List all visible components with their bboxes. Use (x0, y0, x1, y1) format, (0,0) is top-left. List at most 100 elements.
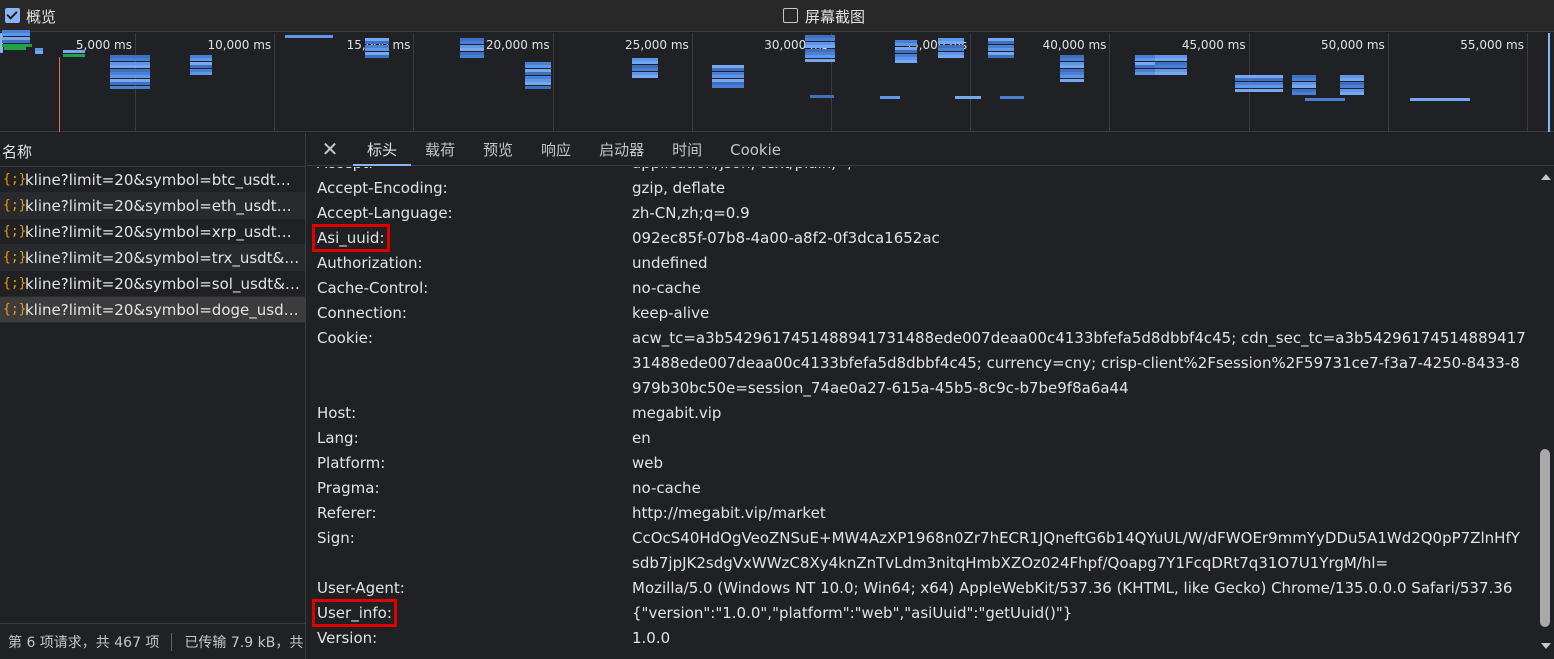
timeline-gridline (552, 33, 554, 132)
json-file-icon: {;} (3, 276, 27, 291)
header-name: Accept-Encoding: (317, 179, 448, 197)
waterfall-bar (365, 55, 389, 58)
tab-response[interactable]: 响应 (527, 133, 585, 166)
header-name: User-Agent: (317, 579, 405, 597)
timeline-tick-label: 50,000 ms (1321, 38, 1385, 52)
header-name: Pragma: (317, 479, 380, 497)
waterfall-bar (63, 50, 85, 53)
tab-headers[interactable]: 标头 (353, 133, 412, 166)
headers-scrollbar[interactable] (1537, 167, 1554, 659)
timeline-tick-label: 10,000 ms (207, 38, 272, 52)
timeline-gridline (691, 33, 693, 132)
timeline-tick-label: 5,000 ms (75, 38, 132, 52)
header-row: Asi_uuid: 092ec85f-07b8-4a00-a8f2-0f3dca1… (312, 224, 1532, 252)
header-value: CcOcS40HdOgVeoZNSuE+MW4AzXP1968n0Zr7hECR… (632, 529, 1520, 572)
header-row: Host: megabit.vip (317, 401, 1532, 426)
header-value: no-cache (632, 479, 701, 497)
overview-checkbox[interactable] (5, 8, 20, 23)
name-column-header[interactable]: 名称 (0, 133, 305, 167)
waterfall-bar (1235, 88, 1283, 92)
waterfall-bar (1155, 72, 1187, 75)
request-row[interactable]: {;} kline?limit=20&symbol=doge_usdt... (0, 297, 305, 323)
screenshot-checkbox[interactable] (783, 8, 798, 23)
waterfall-bar (285, 35, 333, 38)
timeline-gridline (1527, 33, 1528, 132)
header-row: Version: 1.0.0 (317, 626, 1532, 651)
header-name: Lang: (317, 429, 359, 447)
header-value: undefined (632, 254, 708, 272)
header-name: Connection: (317, 304, 407, 322)
request-count: 第 6 项请求，共 467 项 (8, 634, 160, 651)
waterfall-bar (35, 51, 43, 55)
waterfall-bar (805, 58, 835, 62)
waterfall-bar (880, 96, 900, 99)
request-headers-section: Accept: application/json, text/plain, */*… (307, 167, 1537, 659)
details-tabbar: ✕ 标头 载荷 预览 响应 启动器 时间 Cookie (307, 133, 1554, 166)
timeline-tick-label: 40,000 ms (1042, 38, 1107, 52)
header-row: Cache-Control: no-cache (317, 276, 1532, 301)
request-name: kline?limit=20&symbol=doge_usdt... (25, 300, 300, 319)
header-name: Accept: (317, 167, 373, 172)
close-icon[interactable]: ✕ (307, 137, 353, 161)
waterfall-bar (1135, 72, 1157, 75)
waterfall-bar (895, 60, 917, 64)
header-row: Cookie: acw_tc=a3b5429617451488941731488e… (317, 326, 1532, 401)
header-row: User-Agent: Mozilla/5.0 (Windows NT 10.0;… (317, 576, 1532, 601)
json-file-icon: {;} (3, 172, 27, 187)
header-value: 1.0.0 (632, 629, 671, 647)
header-value: http://megabit.vip/market (632, 504, 826, 522)
tab-payload[interactable]: 载荷 (411, 133, 469, 166)
header-value: en (632, 429, 651, 447)
waterfall-bar (525, 85, 551, 89)
waterfall-bar (190, 72, 212, 75)
header-value: application/json, text/plain, */* (632, 167, 1527, 176)
header-name: Platform: (317, 454, 386, 472)
timeline-overview[interactable]: 5,000 ms10,000 ms15,000 ms20,000 ms25,00… (0, 30, 1554, 132)
tab-preview[interactable]: 预览 (469, 133, 527, 166)
timeline-gridline (274, 33, 276, 132)
request-row[interactable]: {;} kline?limit=20&symbol=btc_usdt&i... (0, 167, 305, 193)
scroll-up-icon[interactable] (1541, 174, 1551, 180)
request-name: kline?limit=20&symbol=btc_usdt&i... (25, 170, 300, 189)
scroll-down-icon[interactable] (1541, 643, 1551, 649)
header-value: {"version":"1.0.0","platform":"web","asi… (632, 604, 1073, 622)
waterfall-bar (2, 40, 30, 44)
json-file-icon: {;} (3, 198, 27, 213)
timeline-toolbar: 概览 屏幕截图 (0, 0, 1554, 32)
header-row: Lang: en (317, 426, 1532, 451)
timeline-gridline (1387, 33, 1389, 132)
header-row: Connection: keep-alive (317, 301, 1532, 326)
timeline-right-handle[interactable] (1548, 33, 1554, 132)
tab-cookies[interactable]: Cookie (716, 133, 795, 166)
network-status-bar: 第 6 项请求，共 467 项 已传输 7.9 kB，共 (0, 623, 306, 659)
timeline-gridline (1109, 33, 1111, 132)
tab-initiator[interactable]: 启动器 (585, 133, 658, 166)
json-file-icon: {;} (3, 302, 27, 317)
tab-timing[interactable]: 时间 (658, 133, 716, 166)
header-row: Sign: CcOcS40HdOgVeoZNSuE+MW4AzXP1968n0Zr… (317, 526, 1532, 576)
timeline-gridline (413, 33, 415, 132)
header-row: Accept-Encoding: gzip, deflate (317, 176, 1532, 201)
header-row: Accept: application/json, text/plain, */* (317, 167, 1532, 176)
waterfall-bar (1305, 98, 1345, 101)
header-name: Cookie: (317, 329, 373, 347)
request-row[interactable]: {;} kline?limit=20&symbol=eth_usdt&i... (0, 193, 305, 219)
status-divider (171, 632, 173, 651)
request-row[interactable]: {;} kline?limit=20&symbol=sol_usdt&in... (0, 271, 305, 297)
header-value: web (632, 454, 664, 472)
request-details-pane: ✕ 标头载荷预览响应启动器时间Cookie Accept: application… (307, 133, 1554, 659)
waterfall-bar (1340, 92, 1364, 95)
header-value: Mozilla/5.0 (Windows NT 10.0; Win64; x64… (632, 579, 1513, 597)
timeline-tick-label: 45,000 ms (1181, 38, 1246, 52)
transferred-size: 已传输 7.9 kB，共 (184, 634, 304, 651)
waterfall-bar (632, 75, 658, 78)
request-row[interactable]: {;} kline?limit=20&symbol=xrp_usdt&i... (0, 219, 305, 245)
request-row[interactable]: {;} kline?limit=20&symbol=trx_usdt&in... (0, 245, 305, 271)
scroll-thumb[interactable] (1540, 449, 1550, 627)
header-row: User_info: {"version":"1.0.0","platform":… (312, 599, 1532, 627)
waterfall-bar (110, 85, 150, 89)
header-value: no-cache (632, 279, 701, 297)
header-row: Referer: http://megabit.vip/market (317, 501, 1532, 526)
waterfall-bar (955, 96, 981, 99)
header-row: Accept-Language: zh-CN,zh;q=0.9 (317, 201, 1532, 226)
